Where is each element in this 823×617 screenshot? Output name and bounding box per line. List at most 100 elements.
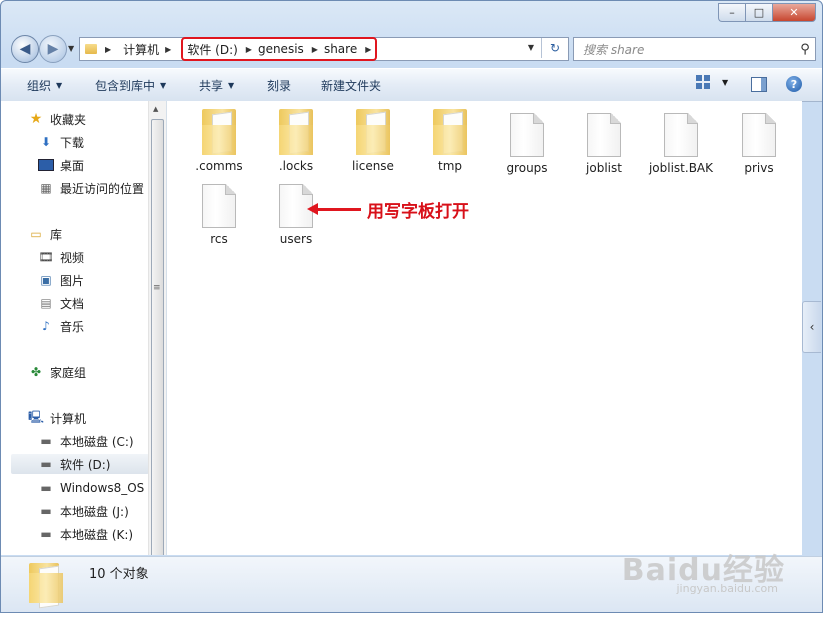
organize-menu[interactable]: 组织 ▼ xyxy=(27,77,62,94)
item-count: 10 个对象 xyxy=(89,567,149,582)
watermark-url: jingyan.baidu.com xyxy=(676,582,778,595)
drive-icon: ▬ xyxy=(40,527,52,541)
chevron-right-icon: ▶ xyxy=(311,44,318,54)
nav-item-videos[interactable]: 🎞 视频 xyxy=(38,247,84,267)
dropdown-icon[interactable]: ▼ xyxy=(722,78,728,87)
folder-comms[interactable]: .comms xyxy=(183,109,255,173)
nav-item-documents[interactable]: ▤ 文档 xyxy=(38,293,84,313)
pictures-icon: ▣ xyxy=(40,273,52,287)
breadcrumb-label: 计算机 xyxy=(123,42,160,57)
nav-item-favorites[interactable]: ★ 收藏夹 xyxy=(28,109,86,129)
search-box[interactable]: 搜索 share ⚲ xyxy=(573,37,816,61)
file-privs[interactable]: privs xyxy=(723,113,795,175)
music-note-icon: ♪ xyxy=(42,319,50,333)
dropdown-icon: ▼ xyxy=(56,81,63,90)
burn-label: 刻录 xyxy=(267,79,292,93)
preview-pane-button[interactable] xyxy=(751,77,767,92)
chevron-right-icon: ▶ xyxy=(365,44,372,54)
dropdown-icon: ▼ xyxy=(160,81,167,90)
file-label: rcs xyxy=(210,232,228,246)
file-joblist-bak[interactable]: joblist.BAK xyxy=(645,113,717,175)
help-button[interactable]: ? xyxy=(786,76,802,92)
breadcrumb-genesis[interactable]: genesis ▶ xyxy=(258,42,324,56)
breadcrumb-root-chevron[interactable]: ▶ xyxy=(105,45,117,54)
refresh-button[interactable]: ↻ xyxy=(541,38,568,58)
nav-label: 下载 xyxy=(60,135,85,150)
recent-pages-dropdown-icon[interactable]: ▼ xyxy=(68,44,74,53)
chevron-right-icon: ▶ xyxy=(165,44,172,54)
breadcrumb-computer[interactable]: 计算机 ▶ xyxy=(123,41,177,58)
nav-item-drive-j[interactable]: ▬ 本地磁盘 (J:) xyxy=(38,501,129,521)
nav-item-drive-k[interactable]: ▬ 本地磁盘 (K:) xyxy=(38,524,133,544)
address-bar[interactable]: ▶ 计算机 ▶ 软件 (D:) ▶ genesis ▶ share ▶ ▼ ↻ xyxy=(79,37,569,61)
help-icon: ? xyxy=(786,76,802,92)
refresh-icon: ↻ xyxy=(549,41,561,55)
nav-item-homegroup[interactable]: ✤ 家庭组 xyxy=(28,362,86,382)
nav-label: 最近访问的位置 xyxy=(60,181,145,196)
scroll-up-icon[interactable]: ▲ xyxy=(153,105,158,113)
share-menu[interactable]: 共享 ▼ xyxy=(199,77,234,94)
folder-icon xyxy=(279,109,313,155)
nav-item-drive-c[interactable]: ▬ 本地磁盘 (C:) xyxy=(38,431,134,451)
burn-button[interactable]: 刻录 xyxy=(267,77,291,94)
navigation-row: ◀ ▶ ▼ ▶ 计算机 ▶ 软件 (D:) ▶ genesis ▶ share xyxy=(1,31,822,65)
nav-pane-scrollbar[interactable]: ▲ ≡ xyxy=(148,101,166,555)
nav-label: 计算机 xyxy=(50,411,87,426)
nav-label: 本地磁盘 (J:) xyxy=(60,504,129,519)
nav-item-computer[interactable]: 🖳 计算机 xyxy=(28,408,86,428)
nav-item-recent-places[interactable]: ▦ 最近访问的位置 xyxy=(38,178,144,198)
file-list-pane: .comms .locks license tmp groups joblist… xyxy=(167,101,802,555)
nav-item-music[interactable]: ♪ 音乐 xyxy=(38,316,84,336)
forward-button[interactable]: ▶ xyxy=(39,35,67,63)
breadcrumb-label: share xyxy=(323,42,358,56)
search-icon[interactable]: ⚲ xyxy=(795,42,815,57)
nav-label: 文档 xyxy=(60,296,85,311)
back-button[interactable]: ◀ xyxy=(11,35,39,63)
maximize-button[interactable]: □ xyxy=(745,3,772,22)
file-rcs[interactable]: rcs xyxy=(183,184,255,246)
folder-locks[interactable]: .locks xyxy=(260,109,332,173)
include-in-library-menu[interactable]: 包含到库中 ▼ xyxy=(95,77,166,94)
navigation-pane: ★ 收藏夹 ⬇ 下载 桌面 ▦ 最近访问的位置 ▭ 库 🎞 视频 ▣ 图片 ▤ xyxy=(1,101,167,555)
nav-item-desktop[interactable]: 桌面 xyxy=(38,155,84,175)
folder-icon xyxy=(85,44,97,54)
chevron-right-icon: ▶ xyxy=(245,44,252,54)
computer-icon: 🖳 xyxy=(28,409,45,424)
folder-icon xyxy=(433,109,467,155)
folder-license[interactable]: license xyxy=(337,109,409,173)
collapse-pane-tab[interactable]: ‹ xyxy=(802,301,821,353)
chevron-right-icon: ▶ xyxy=(105,44,112,54)
nav-label: Windows8_OS ( xyxy=(60,481,153,495)
scrollbar-thumb[interactable] xyxy=(151,119,164,555)
file-label: tmp xyxy=(437,159,462,173)
file-label: groups xyxy=(506,161,548,175)
file-label: .comms xyxy=(195,159,243,173)
nav-label: 软件 (D:) xyxy=(60,457,111,472)
breadcrumb-share[interactable]: share ▶ xyxy=(324,42,371,56)
address-dropdown-icon[interactable]: ▼ xyxy=(528,43,534,52)
breadcrumb-drive-d[interactable]: 软件 (D:) ▶ xyxy=(187,41,258,58)
nav-label: 家庭组 xyxy=(50,365,87,380)
file-icon xyxy=(664,113,698,157)
new-folder-button[interactable]: 新建文件夹 xyxy=(321,77,381,94)
change-view-button[interactable]: ▼ xyxy=(696,75,728,89)
organize-label: 组织 xyxy=(27,79,52,93)
nav-item-drive-os[interactable]: ▬ Windows8_OS ( xyxy=(38,478,153,498)
nav-item-pictures[interactable]: ▣ 图片 xyxy=(38,270,84,290)
folder-icon xyxy=(202,109,236,155)
nav-item-downloads[interactable]: ⬇ 下载 xyxy=(38,132,84,152)
file-label: privs xyxy=(744,161,774,175)
file-joblist[interactable]: joblist xyxy=(568,113,640,175)
nav-label: 本地磁盘 (C:) xyxy=(60,434,134,449)
folder-tmp[interactable]: tmp xyxy=(414,109,486,173)
minimize-button[interactable]: – xyxy=(718,3,745,22)
file-icon xyxy=(202,184,236,228)
dropdown-icon: ▼ xyxy=(228,81,235,90)
search-input[interactable]: 搜索 share xyxy=(583,41,795,58)
nav-item-libraries[interactable]: ▭ 库 xyxy=(28,224,62,244)
video-icon: 🎞 xyxy=(38,250,54,264)
nav-item-drive-d[interactable]: ▬ 软件 (D:) xyxy=(11,454,149,474)
file-groups[interactable]: groups xyxy=(491,113,563,175)
nav-label: 视频 xyxy=(60,250,85,265)
close-button[interactable]: ✕ xyxy=(772,3,816,22)
